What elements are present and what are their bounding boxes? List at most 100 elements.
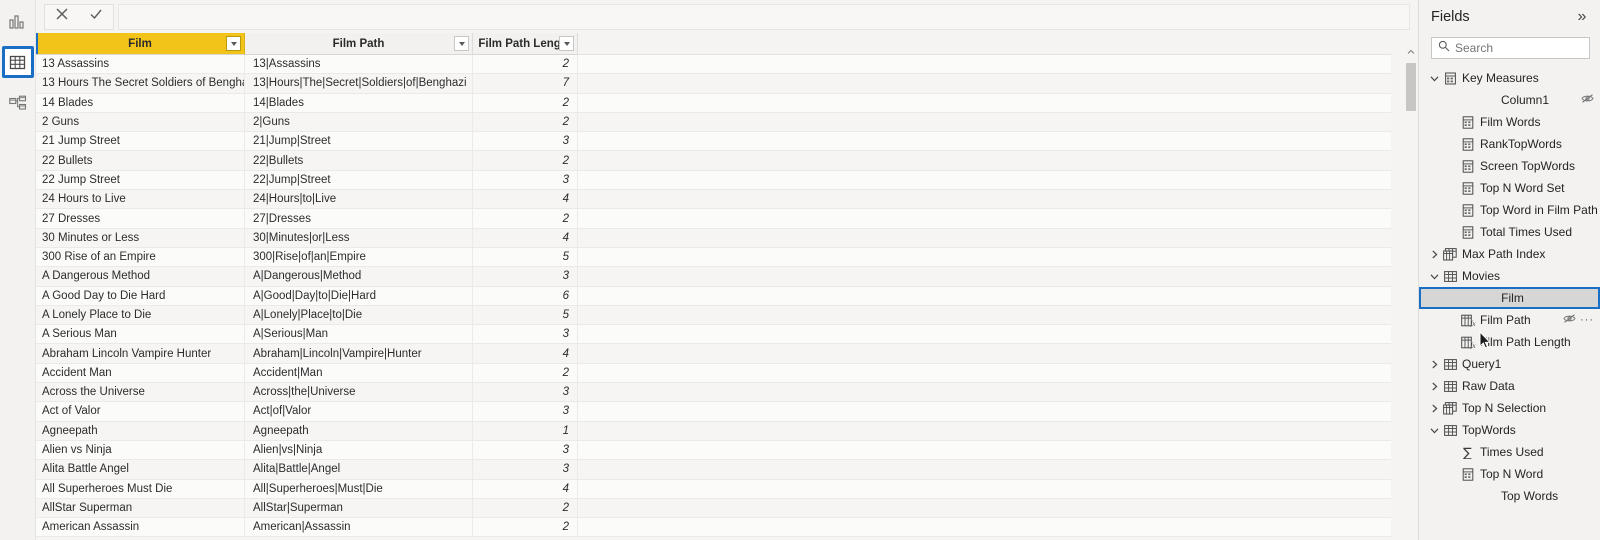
scroll-up-arrow-icon[interactable] [1406, 47, 1416, 57]
field-item-film-path-length[interactable]: fx Film Path Length [1419, 331, 1600, 353]
scrollbar-thumb[interactable] [1406, 63, 1416, 111]
grid-vertical-scrollbar[interactable] [1404, 33, 1418, 540]
table-row[interactable]: Across the Universe Across|the|Universe 3 [36, 383, 1391, 403]
cell-film[interactable]: A Good Day to Die Hard [36, 286, 245, 306]
cell-film-path-length[interactable]: 6 [473, 286, 578, 306]
collapse-pane-icon[interactable]: » [1572, 7, 1592, 27]
cell-film-path[interactable]: 22|Jump|Street [245, 170, 473, 191]
cell-film-path-length[interactable]: 2 [473, 518, 578, 538]
cell-film-path-length[interactable]: 3 [473, 325, 578, 345]
cell-film-path[interactable]: Alita|Battle|Angel [245, 460, 473, 480]
cell-film[interactable]: American Assassin [36, 518, 245, 538]
cell-film[interactable]: 22 Jump Street [36, 170, 245, 191]
cell-film-path-length[interactable]: 2 [473, 363, 578, 384]
field-item-column1[interactable]: Column1 [1419, 89, 1600, 111]
cell-film-path-length[interactable]: 3 [473, 402, 578, 422]
table-row[interactable]: A Good Day to Die Hard A|Good|Day|to|Die|… [36, 286, 1391, 306]
model-view-button[interactable] [3, 88, 33, 118]
field-item-movies[interactable]: Movies [1419, 265, 1600, 287]
cell-film[interactable]: 21 Jump Street [36, 132, 245, 152]
cell-film[interactable]: Across the Universe [36, 383, 245, 403]
table-row[interactable]: A Dangerous Method A|Dangerous|Method 3 [36, 267, 1391, 287]
cell-film-path[interactable]: Accident|Man [245, 363, 473, 384]
cell-film-path-length[interactable]: 3 [473, 440, 578, 461]
field-item-total-times-used[interactable]: Total Times Used [1419, 221, 1600, 243]
cell-film-path[interactable]: American|Assassin [245, 518, 473, 538]
cell-film[interactable]: 24 Hours to Live [36, 190, 245, 210]
cell-film-path[interactable]: 30|Minutes|or|Less [245, 228, 473, 248]
column-header-film-path[interactable]: Film Path [245, 33, 473, 55]
field-item-top-n-selection[interactable]: Top N Selection [1419, 397, 1600, 419]
table-row[interactable]: All Superheroes Must Die All|Superheroes|… [36, 479, 1391, 499]
table-row[interactable]: Accident Man Accident|Man 2 [36, 363, 1391, 384]
cell-film-path[interactable]: 2|Guns [245, 112, 473, 133]
cell-film-path-length[interactable]: 4 [473, 228, 578, 248]
cell-film-path[interactable]: AllStar|Superman [245, 498, 473, 519]
cell-film[interactable]: 13 Assassins [36, 55, 245, 75]
field-item-top-words[interactable]: Top Words [1419, 485, 1600, 507]
fields-search-box[interactable] [1431, 37, 1590, 59]
cell-film-path-length[interactable]: 2 [473, 209, 578, 229]
chevron-right-icon[interactable] [1427, 250, 1441, 259]
cell-film[interactable]: 14 Blades [36, 93, 245, 113]
cell-film-path-length[interactable]: 3 [473, 267, 578, 287]
table-row[interactable]: 13 Hours The Secret Soldiers of Benghazi… [36, 74, 1391, 94]
chevron-right-icon[interactable] [1427, 360, 1441, 369]
table-row[interactable]: 30 Minutes or Less 30|Minutes|or|Less 4 [36, 228, 1391, 248]
cell-film-path[interactable]: 21|Jump|Street [245, 132, 473, 152]
column-filter-dropdown-film-path-length[interactable] [559, 36, 574, 51]
table-row[interactable]: 27 Dresses 27|Dresses 2 [36, 209, 1391, 229]
column-filter-dropdown-film[interactable] [226, 36, 241, 51]
cell-film-path-length[interactable]: 4 [473, 479, 578, 499]
column-header-film-path-length[interactable]: Film Path Length [473, 33, 578, 55]
cell-film-path[interactable]: Alien|vs|Ninja [245, 440, 473, 461]
cell-film-path[interactable]: A|Good|Day|to|Die|Hard [245, 286, 473, 306]
cell-film[interactable]: 22 Bullets [36, 151, 245, 171]
cell-film-path-length[interactable]: 1 [473, 421, 578, 441]
cell-film[interactable]: Alita Battle Angel [36, 460, 245, 480]
cell-film-path[interactable]: A|Serious|Man [245, 325, 473, 345]
cell-film-path[interactable]: 27|Dresses [245, 209, 473, 229]
cell-film-path-length[interactable]: 5 [473, 305, 578, 326]
cell-film[interactable]: 27 Dresses [36, 209, 245, 229]
accept-formula-button[interactable] [79, 5, 113, 29]
fields-search-input[interactable] [1455, 41, 1583, 55]
cell-film-path[interactable]: 13|Assassins [245, 55, 473, 75]
cell-film[interactable]: A Serious Man [36, 325, 245, 345]
table-row[interactable]: Abraham Lincoln Vampire Hunter Abraham|Li… [36, 344, 1391, 364]
cell-film-path[interactable]: Abraham|Lincoln|Vampire|Hunter [245, 344, 473, 364]
cell-film[interactable]: All Superheroes Must Die [36, 479, 245, 499]
field-item-raw-data[interactable]: Raw Data [1419, 375, 1600, 397]
eye-hidden-icon[interactable] [1563, 313, 1576, 327]
field-item-key-measures[interactable]: Key Measures [1419, 67, 1600, 89]
table-row[interactable]: Act of Valor Act|of|Valor 3 [36, 402, 1391, 422]
table-row[interactable]: American Assassin American|Assassin 2 [36, 518, 1391, 538]
cell-film[interactable]: Agneepath [36, 421, 245, 441]
field-item-times-used[interactable]: ∑ Times Used [1419, 441, 1600, 463]
field-item-film-words[interactable]: Film Words [1419, 111, 1600, 133]
data-view-button[interactable] [1, 46, 34, 78]
cell-film[interactable]: 300 Rise of an Empire [36, 247, 245, 268]
chevron-down-icon[interactable] [1427, 74, 1441, 83]
table-row[interactable]: Alien vs Ninja Alien|vs|Ninja 3 [36, 440, 1391, 461]
cell-film-path[interactable]: 300|Rise|of|an|Empire [245, 247, 473, 268]
field-item-ranktopwords[interactable]: RankTopWords [1419, 133, 1600, 155]
table-row[interactable]: A Lonely Place to Die A|Lonely|Place|to|D… [36, 305, 1391, 326]
cell-film-path-length[interactable]: 2 [473, 151, 578, 171]
table-row[interactable]: Alita Battle Angel Alita|Battle|Angel 3 [36, 460, 1391, 480]
cell-film-path[interactable]: 22|Bullets [245, 151, 473, 171]
cell-film[interactable]: 30 Minutes or Less [36, 228, 245, 248]
cell-film[interactable]: Alien vs Ninja [36, 440, 245, 461]
more-options-icon[interactable]: ··· [1580, 314, 1594, 326]
cell-film[interactable]: 13 Hours The Secret Soldiers of Benghazi [36, 74, 245, 94]
field-item-top-n-word[interactable]: Top N Word [1419, 463, 1600, 485]
cell-film[interactable]: A Lonely Place to Die [36, 305, 245, 326]
table-row[interactable]: A Serious Man A|Serious|Man 3 [36, 325, 1391, 345]
field-item-query1[interactable]: Query1 [1419, 353, 1600, 375]
cell-film-path-length[interactable]: 4 [473, 344, 578, 364]
cell-film-path[interactable]: 24|Hours|to|Live [245, 190, 473, 210]
chevron-down-icon[interactable] [1427, 272, 1441, 281]
chevron-right-icon[interactable] [1427, 382, 1441, 391]
cell-film-path[interactable]: Across|the|Universe [245, 383, 473, 403]
cell-film-path[interactable]: 14|Blades [245, 93, 473, 113]
